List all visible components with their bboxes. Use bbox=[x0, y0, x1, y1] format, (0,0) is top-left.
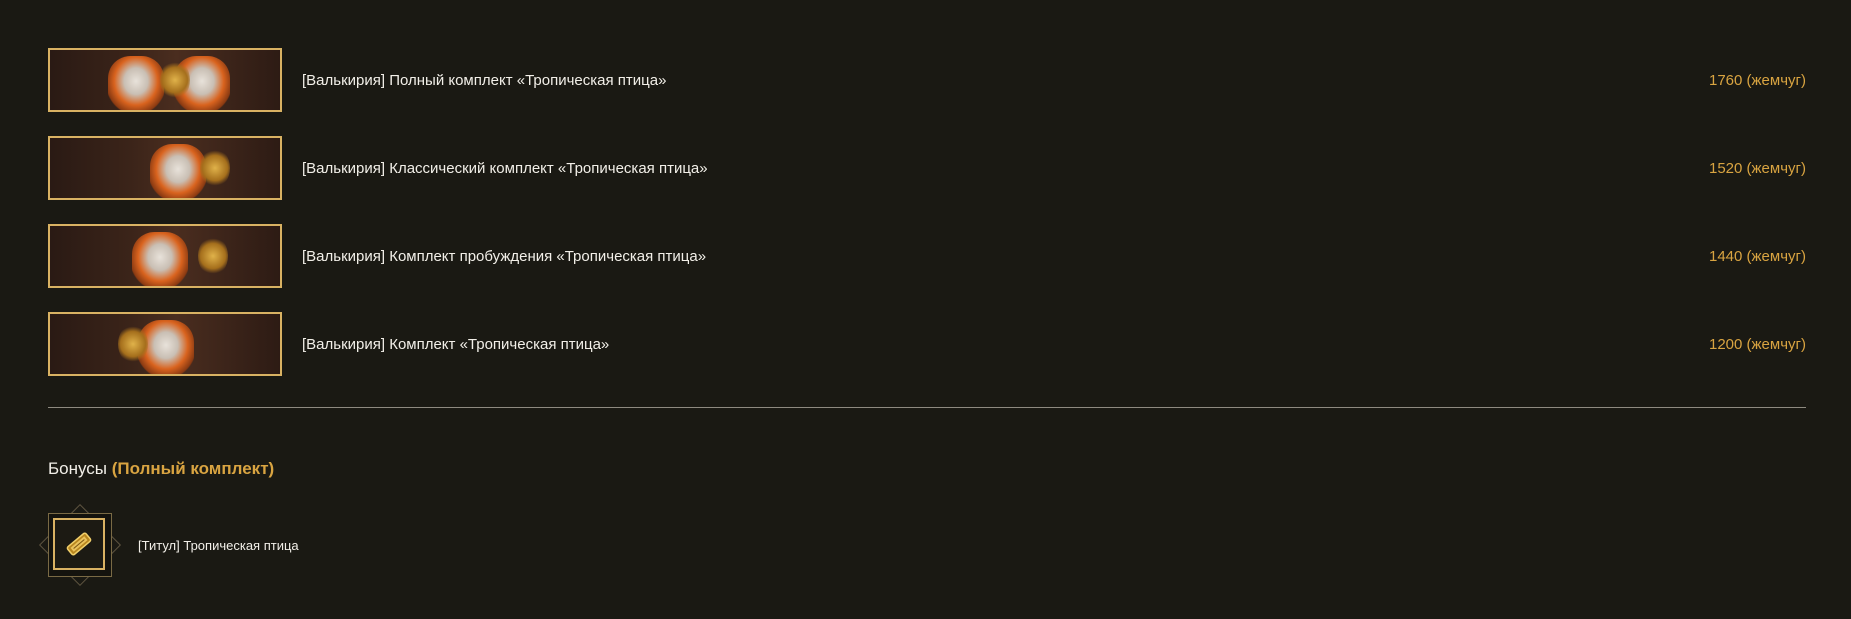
set-row-full[interactable]: [Валькирия] Полный комплект «Тропическая… bbox=[48, 48, 1806, 112]
valkyrie-figure-icon bbox=[132, 232, 188, 286]
set-price: 1440 (жемчуг) bbox=[1708, 247, 1806, 265]
set-thumbnail[interactable] bbox=[48, 48, 282, 112]
set-row-awakening[interactable]: [Валькирия] Комплект пробуждения «Тропич… bbox=[48, 224, 1806, 288]
set-row-standard[interactable]: [Валькирия] Комплект «Тропическая птица»… bbox=[48, 312, 1806, 376]
set-thumbnail[interactable] bbox=[48, 136, 282, 200]
set-row-classic[interactable]: [Валькирия] Классический комплект «Тропи… bbox=[48, 136, 1806, 200]
page: [Валькирия] Полный комплект «Тропическая… bbox=[0, 0, 1851, 619]
set-price: 1760 (жемчуг) bbox=[1708, 71, 1806, 89]
set-price: 1520 (жемчуг) bbox=[1708, 159, 1806, 177]
set-name: [Валькирия] Полный комплект «Тропическая… bbox=[302, 71, 667, 89]
valkyrie-figure-icon bbox=[108, 56, 164, 110]
shield-icon bbox=[160, 60, 190, 100]
bonus-icon-frame[interactable] bbox=[38, 503, 122, 587]
bonus-heading-label: Бонусы bbox=[48, 459, 108, 478]
set-name: [Валькирия] Комплект «Тропическая птица» bbox=[302, 335, 610, 353]
weapon-icon bbox=[118, 324, 148, 364]
bonus-heading: Бонусы (Полный комплект) bbox=[48, 459, 274, 479]
shield-icon bbox=[198, 236, 228, 276]
bonus-item[interactable]: [Титул] Тропическая птица bbox=[38, 503, 299, 587]
section-divider bbox=[48, 407, 1806, 408]
shield-icon bbox=[200, 148, 230, 188]
bonus-item-name: [Титул] Тропическая птица bbox=[138, 537, 299, 553]
set-name: [Валькирия] Классический комплект «Тропи… bbox=[302, 159, 708, 177]
title-scroll-icon bbox=[53, 518, 105, 570]
set-name: [Валькирия] Комплект пробуждения «Тропич… bbox=[302, 247, 707, 265]
set-thumbnail[interactable] bbox=[48, 312, 282, 376]
set-thumbnail[interactable] bbox=[48, 224, 282, 288]
bonus-heading-accent: (Полный комплект) bbox=[111, 459, 275, 478]
valkyrie-figure-icon bbox=[150, 144, 206, 198]
set-price: 1200 (жемчуг) bbox=[1708, 335, 1806, 353]
